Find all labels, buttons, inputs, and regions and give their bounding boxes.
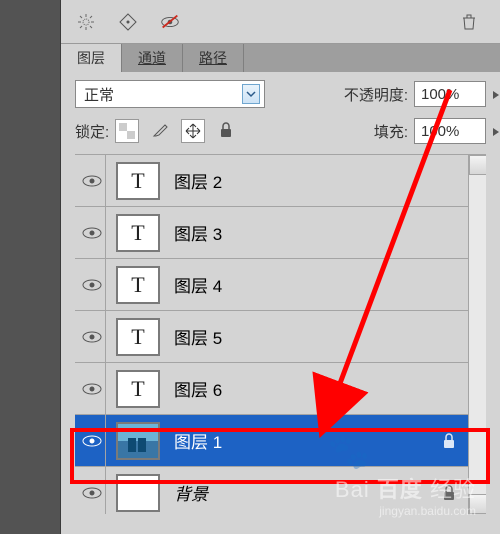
panel-tabs: 图层 通道 路径 <box>61 44 500 72</box>
eye-icon[interactable] <box>79 174 105 188</box>
layer-thumbnail[interactable]: T <box>116 266 160 304</box>
lock-brush-icon[interactable] <box>149 119 171 141</box>
options-bar <box>61 0 500 44</box>
eye-icon[interactable] <box>79 330 105 344</box>
layer-thumbnail[interactable]: T <box>116 318 160 356</box>
lock-transparency-icon[interactable] <box>115 119 139 143</box>
scrollbar[interactable] <box>468 155 486 514</box>
layers-panel: 图层 通道 路径 正常 不透明度: 100% 锁定: <box>60 0 500 534</box>
divider <box>105 155 106 206</box>
workspace-gray-area <box>0 0 60 534</box>
layer-thumbnail[interactable] <box>116 474 160 512</box>
layer-row[interactable]: 背景 <box>75 467 486 514</box>
layer-row[interactable]: T 图层 2 <box>75 155 486 207</box>
layer-name[interactable]: 图层 2 <box>174 168 222 193</box>
lock-position-icon[interactable] <box>181 119 205 143</box>
divider <box>105 415 106 466</box>
layer-thumbnail[interactable]: T <box>116 162 160 200</box>
layer-name[interactable]: 背景 <box>174 480 208 505</box>
layer-name[interactable]: 图层 6 <box>174 376 222 401</box>
layer-thumbnail[interactable]: T <box>116 214 160 252</box>
caret-right-icon[interactable] <box>489 123 500 141</box>
chevron-down-icon <box>242 84 260 104</box>
blend-mode-select[interactable]: 正常 <box>75 80 265 108</box>
eye-icon[interactable] <box>79 434 105 448</box>
divider <box>105 363 106 414</box>
diamond-icon[interactable] <box>117 11 139 33</box>
layer-row[interactable]: T 图层 3 <box>75 207 486 259</box>
opacity-value: 100% <box>421 86 459 103</box>
opacity-field[interactable]: 100% <box>414 81 486 107</box>
eye-icon[interactable] <box>79 382 105 396</box>
layer-name[interactable]: 图层 3 <box>174 220 222 245</box>
tab-paths[interactable]: 路径 <box>183 44 244 72</box>
divider <box>105 259 106 310</box>
divider <box>105 207 106 258</box>
trash-icon[interactable] <box>458 11 480 33</box>
layer-row[interactable]: 图层 1 <box>75 415 486 467</box>
lock-all-icon[interactable] <box>215 119 237 141</box>
layer-name[interactable]: 图层 1 <box>174 428 222 453</box>
tab-layers[interactable]: 图层 <box>61 44 122 72</box>
panel-body: 正常 不透明度: 100% 锁定: <box>61 72 500 514</box>
divider <box>105 311 106 362</box>
layer-name[interactable]: 图层 5 <box>174 324 222 349</box>
lock-icon <box>442 485 456 501</box>
sun-icon[interactable] <box>75 11 97 33</box>
opacity-label: 不透明度: <box>344 84 408 105</box>
layer-thumbnail[interactable]: T <box>116 370 160 408</box>
fill-value: 100% <box>421 123 459 140</box>
eye-icon[interactable] <box>79 278 105 292</box>
layer-row[interactable]: T 图层 5 <box>75 311 486 363</box>
fill-label: 填充: <box>374 121 408 142</box>
tab-channels[interactable]: 通道 <box>122 44 183 72</box>
caret-right-icon[interactable] <box>489 86 500 104</box>
layer-row[interactable]: T 图层 6 <box>75 363 486 415</box>
eye-icon[interactable] <box>79 486 105 500</box>
layer-name[interactable]: 图层 4 <box>174 272 222 297</box>
layer-list: T 图层 2 T 图层 3 T 图层 4 T 图层 5 T 图层 6 图层 1 背景 <box>75 154 486 514</box>
lock-icon <box>442 433 456 449</box>
lock-label: 锁定: <box>75 121 109 142</box>
divider <box>105 467 106 514</box>
blend-mode-value: 正常 <box>84 84 114 105</box>
layer-row[interactable]: T 图层 4 <box>75 259 486 311</box>
eye-icon[interactable] <box>79 226 105 240</box>
fill-field[interactable]: 100% <box>414 118 486 144</box>
layer-thumbnail[interactable] <box>116 422 160 460</box>
eye-slash-icon[interactable] <box>159 11 181 33</box>
lock-options <box>115 119 237 143</box>
